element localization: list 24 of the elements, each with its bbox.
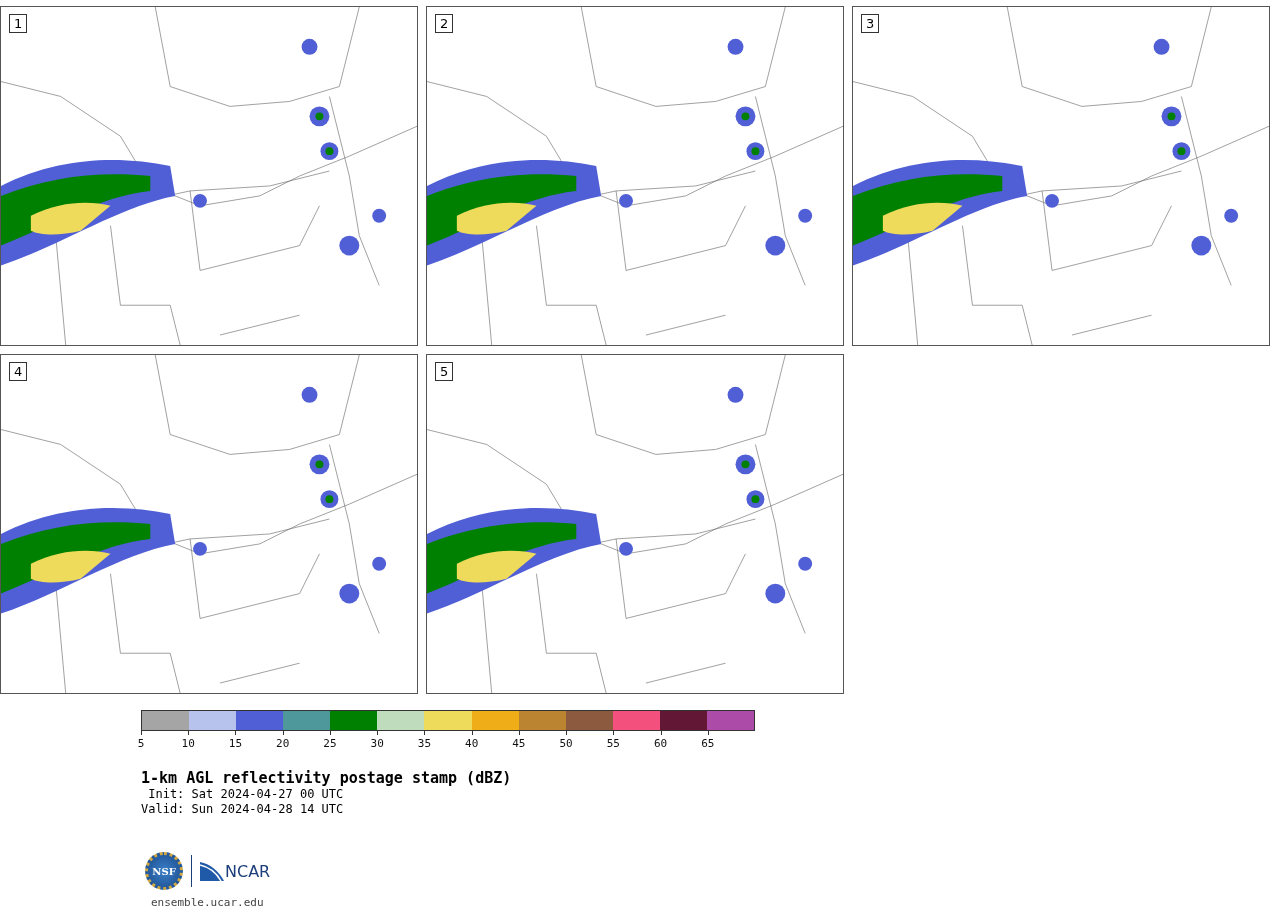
- nsf-logo: NSF: [145, 852, 183, 890]
- tick-label: 55: [606, 737, 620, 750]
- tick-label: 20: [276, 737, 290, 750]
- valid-time: Valid: Sun 2024-04-28 14 UTC: [141, 802, 345, 817]
- init-time: Init: Sat 2024-04-27 00 UTC: [147, 787, 345, 802]
- tick-label: 35: [417, 737, 432, 750]
- tick-label: 30: [370, 737, 384, 750]
- website-url: ensemble.ucar.edu: [151, 896, 265, 909]
- tick-label: 10: [181, 737, 195, 750]
- panel-number: 1: [9, 14, 28, 33]
- panel-number: 2: [435, 14, 454, 33]
- tick-label: 65: [701, 737, 715, 750]
- tick-label: 25: [323, 737, 337, 750]
- panel-number: 4: [9, 362, 28, 381]
- tick-label: 60: [653, 737, 668, 750]
- panel-number: 5: [435, 362, 454, 381]
- tick-label: 5: [137, 737, 145, 750]
- tick-label: 50: [559, 737, 573, 750]
- tick-label: 45: [512, 737, 526, 750]
- chart-title: 1-km AGL reflectivity postage stamp (dBZ): [141, 769, 513, 787]
- panel-number: 3: [861, 14, 880, 33]
- ncar-logo: NCAR: [200, 861, 271, 881]
- tick-label: 40: [465, 737, 479, 750]
- tick-label: 15: [228, 737, 243, 750]
